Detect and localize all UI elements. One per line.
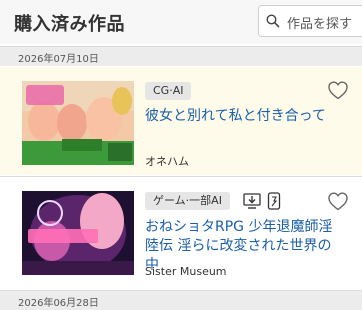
search-placeholder: 作品を探す [287,17,353,32]
favorite-heart-icon[interactable] [328,192,348,211]
search-icon [266,14,280,28]
circle-name[interactable]: Sister Museum [145,265,227,278]
circle-name[interactable]: オネハム [145,153,189,169]
purchase-date: 2026年07月10日 [18,54,99,65]
list-item[interactable]: CG·AI 彼女と別れて私と付き合って オネハム [0,67,362,175]
work-title-link[interactable]: 彼女と別れて私と付き合って [145,107,345,126]
category-tag: ゲーム·一部AI [145,192,230,210]
download-icon [243,193,261,209]
date-header: 2026年07月10日 [0,46,362,66]
category-tag: CG·AI [145,82,192,100]
work-thumbnail[interactable] [22,81,134,165]
date-header: 2026年06月28日 [0,290,362,310]
search-input[interactable]: 作品を探す [258,5,362,37]
list-item[interactable]: ゲーム·一部AI おねショタRPG 少年退魔師淫陸伝 淫らに改変された世界の中 … [0,178,362,288]
header: 購入済み作品 作品を探す [0,0,362,44]
favorite-heart-icon[interactable] [328,81,348,100]
work-thumbnail[interactable] [22,191,134,275]
page-title: 購入済み作品 [14,14,125,35]
purchase-date: 2026年06月28日 [18,298,99,309]
divider [0,176,362,177]
mobile-icon [267,192,281,210]
